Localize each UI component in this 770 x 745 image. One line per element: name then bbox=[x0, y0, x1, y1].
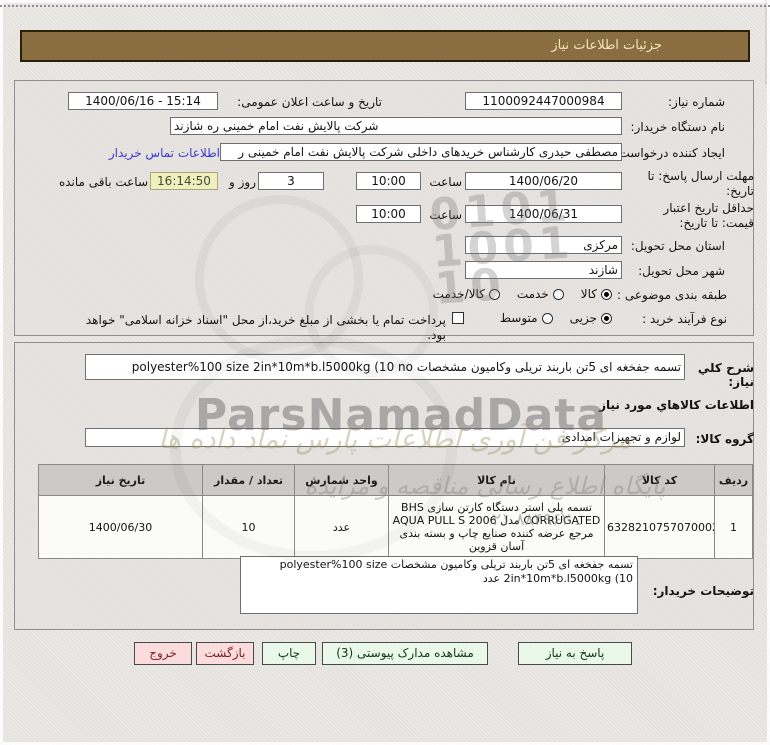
radio-option-goods-service[interactable]: کالا/خدمت bbox=[433, 287, 500, 301]
print-button[interactable]: چاپ bbox=[262, 642, 316, 665]
buyer-contact-link[interactable]: اطلاعات تماس خریدار bbox=[104, 146, 220, 160]
radio-icon[interactable] bbox=[601, 312, 612, 324]
announce-datetime-label: تاریخ و ساعت اعلان عمومی: bbox=[237, 95, 382, 109]
buyer-notes-label: توضیحات خریدار: bbox=[652, 584, 754, 598]
exit-button[interactable]: خروج bbox=[134, 642, 192, 665]
request-creator-field[interactable]: مصطفی حیدری کارشناس خریدهای داخلی شرکت پ… bbox=[220, 143, 622, 161]
goods-table-header-row: ردیف کد کالا نام کالا واحد شمارش تعداد /… bbox=[38, 464, 753, 496]
reply-to-need-button[interactable]: پاسخ به نیاز bbox=[518, 642, 632, 665]
radio-icon[interactable] bbox=[552, 288, 564, 300]
days-remaining-field[interactable]: 3 bbox=[258, 172, 324, 190]
top-dotted-divider bbox=[0, 5, 770, 7]
radio-option-label: خدمت bbox=[516, 287, 549, 301]
radio-option-label: کالا bbox=[580, 287, 597, 301]
radio-icon[interactable] bbox=[601, 288, 612, 300]
price-validity-label: حداقل تاریخ اعتبار قیمت: تا تاریخ: bbox=[663, 201, 754, 230]
goods-table-row: 1 6328210757070002 تسمه پلی استر دستگاه … bbox=[38, 495, 753, 559]
radio-option-label: متوسط bbox=[499, 311, 538, 325]
cell-item-name: تسمه پلی استر دستگاه کارتن سازی BHS CORR… bbox=[388, 495, 605, 559]
col-header-need-date: تاریخ نیاز bbox=[38, 464, 203, 496]
purchase-process-label: نوع فرآیند خرید : bbox=[642, 312, 727, 326]
hours-remaining-label: ساعت باقی مانده bbox=[58, 175, 148, 189]
reply-deadline-label: مهلت ارسال پاسخ: تا تاریخ: bbox=[647, 169, 754, 198]
goods-info-heading: اطلاعات کالاهاي مورد نیاز bbox=[599, 398, 754, 412]
subject-class-options: کالا خدمت کالا/خدمت bbox=[396, 286, 612, 302]
treasury-checkbox[interactable] bbox=[452, 312, 464, 324]
cell-unit: عدد bbox=[294, 495, 389, 559]
price-validity-date-field[interactable]: 1400/06/31 bbox=[465, 205, 622, 223]
cell-item-code: 6328210757070002 bbox=[604, 495, 715, 559]
radio-option-label: کالا/خدمت bbox=[432, 287, 485, 301]
buyer-notes-textarea[interactable]: تسمه جفخغه ای 5تن باربند تریلی وکامیون م… bbox=[240, 556, 638, 614]
col-header-row-no: ردیف bbox=[714, 464, 753, 496]
radio-option-partial[interactable]: جزیی bbox=[570, 311, 612, 325]
price-validity-hour-label: ساعت bbox=[429, 208, 462, 222]
cell-qty: 10 bbox=[202, 495, 295, 559]
watermark-barcode-lines bbox=[765, 0, 770, 85]
days-and-label: روز و bbox=[229, 175, 256, 189]
purchase-process-options: جزیی متوسط bbox=[470, 310, 612, 326]
radio-option-label: جزیی bbox=[569, 311, 597, 325]
back-button[interactable]: بازگشت bbox=[196, 642, 254, 665]
price-validity-time-field[interactable]: 10:00 bbox=[356, 205, 421, 223]
buyer-org-field[interactable]: شرکت پالایش نفت امام خمینی ره شازند bbox=[170, 117, 622, 135]
reply-deadline-time-field[interactable]: 10:00 bbox=[356, 172, 421, 190]
cell-row-no: 1 bbox=[714, 495, 753, 559]
page-title: جزئیات اطلاعات نیاز bbox=[20, 30, 750, 62]
view-attached-docs-button[interactable]: مشاهده مدارک پیوستی (3) bbox=[322, 642, 488, 665]
col-header-qty: تعداد / مقدار bbox=[202, 464, 295, 496]
radio-option-medium[interactable]: متوسط bbox=[500, 311, 553, 325]
treasury-checkbox-label: پرداخت تمام یا بخشی از مبلغ خرید،از محل … bbox=[85, 313, 446, 342]
col-header-item-name: نام کالا bbox=[388, 464, 605, 496]
general-desc-field[interactable]: تسمه جفخغه ای 5تن باربند تریلی وکامیون م… bbox=[85, 354, 685, 380]
announce-datetime-field[interactable]: 1400/06/16 - 15:14 bbox=[68, 92, 218, 110]
delivery-city-field[interactable]: شازند bbox=[465, 261, 622, 279]
goods-group-field[interactable]: لوازم و تجهیزات امدادی bbox=[85, 428, 685, 447]
need-details-page: جزئیات اطلاعات نیاز شماره نیاز: 11000924… bbox=[0, 0, 770, 745]
need-number-field[interactable]: 1100092447000984 bbox=[465, 92, 622, 110]
goods-table: ردیف کد کالا نام کالا واحد شمارش تعداد /… bbox=[38, 464, 753, 559]
countdown-timer: 16:14:50 bbox=[150, 172, 218, 190]
radio-option-goods[interactable]: کالا bbox=[581, 287, 612, 301]
goods-group-label: گروه کالا: bbox=[695, 432, 754, 446]
reply-deadline-date-field[interactable]: 1400/06/20 bbox=[465, 172, 622, 190]
col-header-item-code: کد کالا bbox=[604, 464, 715, 496]
delivery-province-field[interactable]: مرکزی bbox=[465, 236, 622, 254]
col-header-unit: واحد شمارش bbox=[294, 464, 389, 496]
radio-option-service[interactable]: خدمت bbox=[517, 287, 564, 301]
radio-icon[interactable] bbox=[541, 312, 553, 324]
reply-deadline-hour-label: ساعت bbox=[429, 175, 462, 189]
radio-icon[interactable] bbox=[488, 288, 500, 300]
cell-need-date: 1400/06/30 bbox=[38, 495, 203, 559]
